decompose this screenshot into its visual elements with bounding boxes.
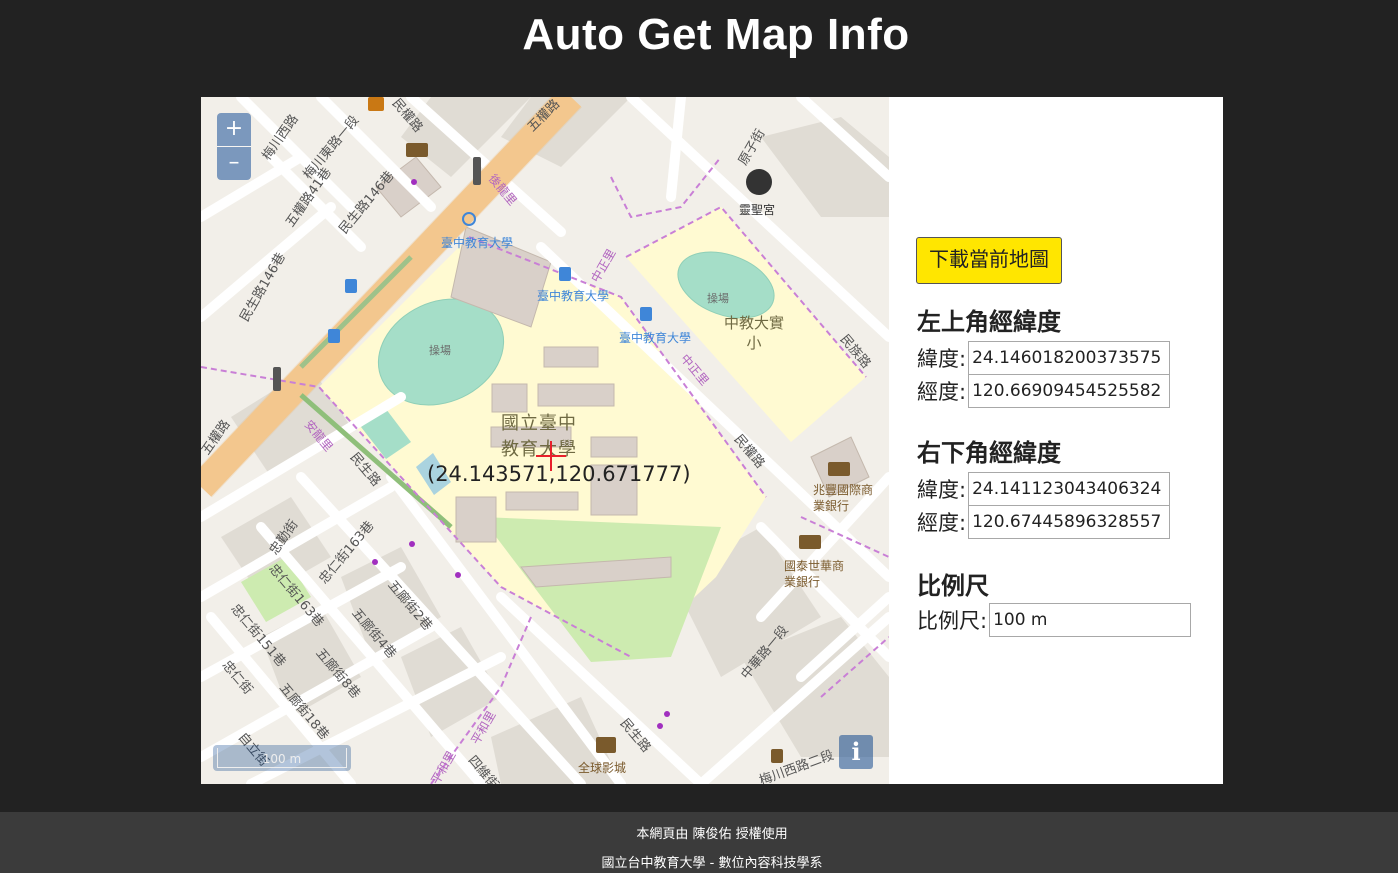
footer-department-text: 國立台中教育大學 - 數位內容科技學系 (601, 856, 823, 871)
bottom-right-lat-label: 緯度: (917, 478, 967, 502)
footer-license-text: 本網頁由 陳俊佑 授權使用 (636, 827, 788, 842)
top-left-lng-input[interactable] (968, 374, 1171, 408)
scale-label: 比例尺: (917, 609, 988, 633)
top-left-lat-input[interactable] (968, 341, 1171, 375)
download-map-button[interactable]: 下載當前地圖 (916, 237, 1062, 284)
info-panel: 下載當前地圖 左上角經緯度 緯度: 經度: 右下角經緯度 緯度: 經度: 比例尺… (889, 97, 1223, 784)
map-poi-label: 國泰世華商業銀行 (784, 559, 845, 589)
map-poi-label: 全球影城 (578, 761, 627, 775)
map-area-label: 操場 (707, 292, 729, 305)
zoom-control: + – (217, 113, 251, 180)
bottom-right-lng-row: 經度: (917, 505, 1171, 539)
scale-input[interactable] (989, 603, 1192, 637)
top-left-lat-label: 緯度: (917, 347, 967, 371)
scale-line: 100 m (213, 745, 351, 771)
bottom-right-lat-input[interactable] (968, 472, 1171, 506)
scale-row: 比例尺: (917, 603, 1192, 637)
top-left-lat-row: 緯度: (917, 341, 1171, 375)
top-left-lng-row: 經度: (917, 374, 1171, 408)
zoom-in-button[interactable]: + (217, 113, 251, 146)
map-view[interactable]: 梅川西路 梅川東路一段 民權路 五權路 五權路41巷 民生路146巷 民生路14… (201, 97, 889, 784)
bottom-right-lat-row: 緯度: (917, 472, 1171, 506)
center-coordinate-label: (24.143571,120.671777) (427, 462, 691, 486)
scale-section-title: 比例尺 (917, 572, 989, 600)
map-poi-label: 臺中教育大學 (441, 236, 514, 250)
top-left-lng-label: 經度: (917, 380, 967, 404)
scale-line-label: 100 m (217, 748, 347, 768)
map-poi-label: 靈聖宮 (739, 203, 776, 217)
map-campus-label: 中教大實小 (723, 314, 784, 352)
map-poi-label: 臺中教育大學 (537, 289, 610, 303)
page-title: Auto Get Map Info (522, 10, 910, 59)
map-poi-label: 兆豐國際商業銀行 (813, 483, 874, 513)
bottom-right-section-title: 右下角經緯度 (917, 439, 1061, 467)
top-left-section-title: 左上角經緯度 (917, 308, 1061, 336)
attribution-info-button[interactable]: i (839, 735, 873, 769)
bottom-right-lng-label: 經度: (917, 511, 967, 535)
map-poi-label: 臺中教育大學 (619, 331, 692, 345)
zoom-out-button[interactable]: – (217, 147, 251, 180)
bottom-right-lng-input[interactable] (968, 505, 1171, 539)
map-area-label: 操場 (429, 344, 451, 357)
footer: 本網頁由 陳俊佑 授權使用 國立台中教育大學 - 數位內容科技學系 (0, 812, 1398, 873)
